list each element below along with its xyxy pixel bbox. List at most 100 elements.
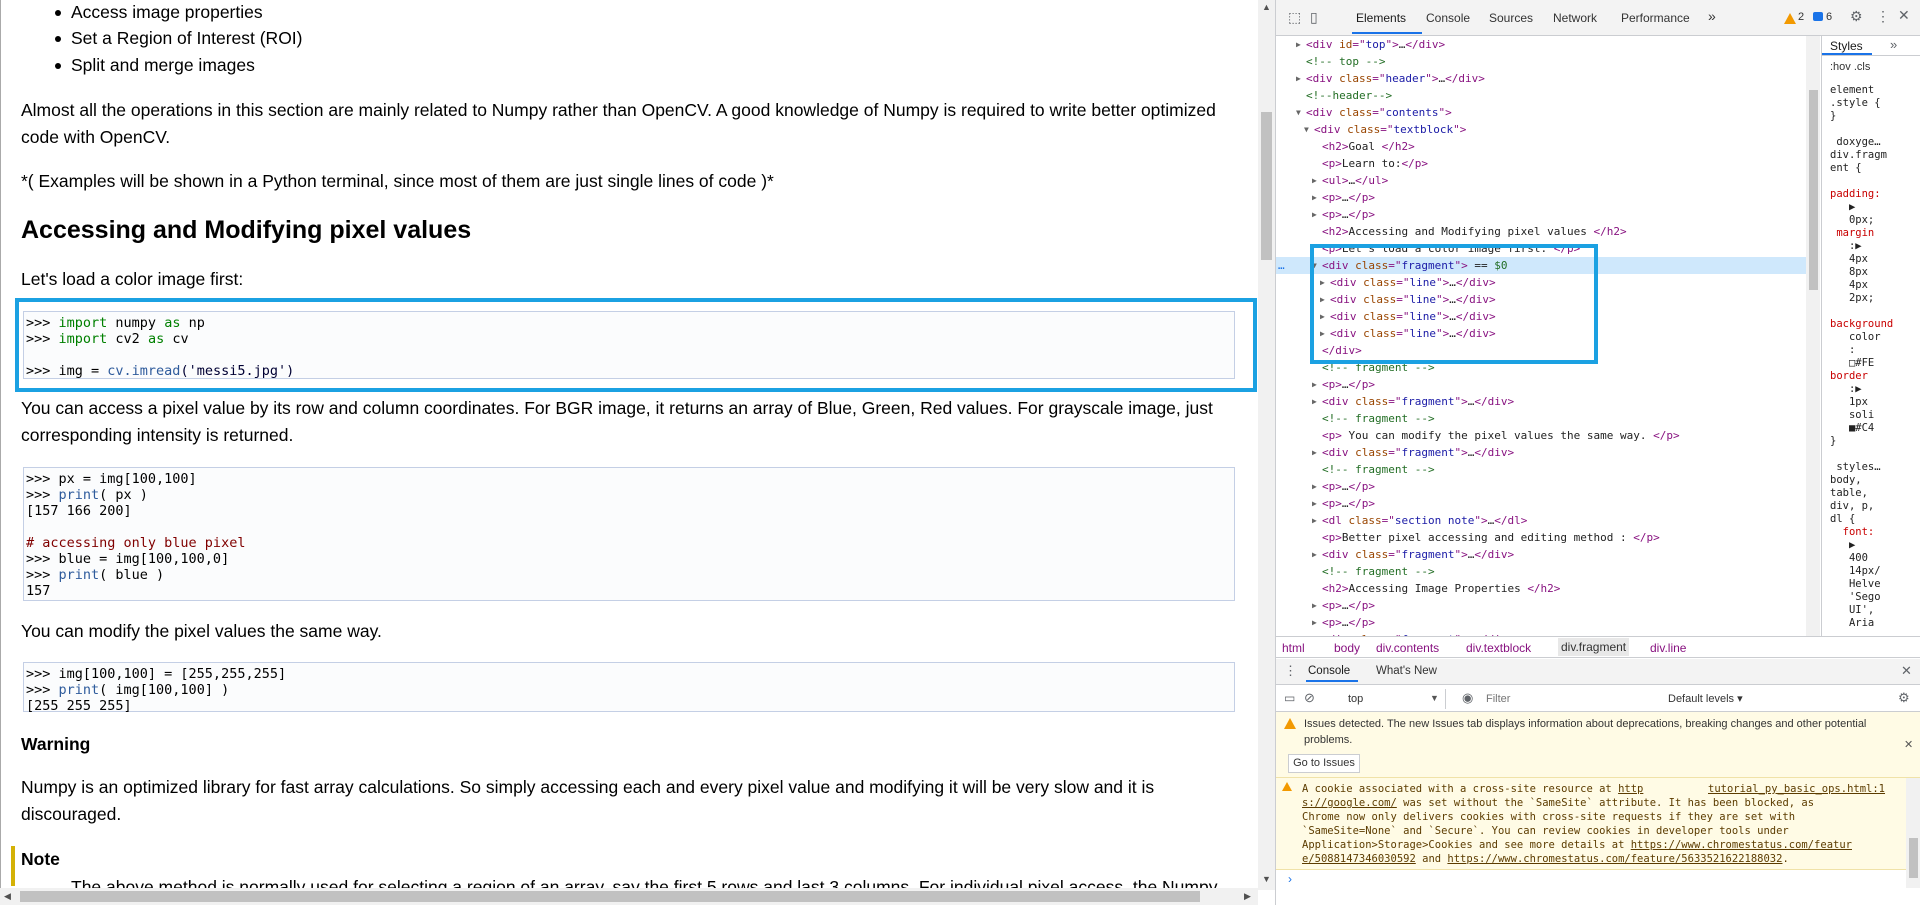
more-options-icon[interactable]: ⋮ bbox=[1876, 8, 1890, 25]
sidebar-toggle-icon[interactable]: ▭ bbox=[1284, 691, 1295, 705]
scroll-up-arrow-icon[interactable]: ▲ bbox=[1262, 2, 1271, 12]
dom-node-row[interactable]: ▶ <p>…</p> bbox=[1276, 495, 1806, 512]
clear-console-icon[interactable]: ⊘ bbox=[1304, 690, 1315, 706]
gear-icon[interactable]: ⚙ bbox=[1850, 8, 1863, 25]
page-scroll-thumb[interactable] bbox=[1261, 112, 1272, 260]
chromestatus-link[interactable]: https://www.chromestatus.com/featur bbox=[1631, 839, 1852, 851]
device-toolbar-icon[interactable]: ▯ bbox=[1310, 9, 1318, 26]
cookie-link[interactable]: s://google.com/ bbox=[1302, 797, 1397, 809]
source-link[interactable]: tutorial_py_basic_ops.html:1 bbox=[1708, 782, 1885, 796]
expand-arrow-icon[interactable]: ▶ bbox=[1296, 36, 1301, 53]
dom-node-row[interactable]: <!-- fragment --> bbox=[1276, 410, 1806, 427]
drawer-tab-console[interactable]: Console bbox=[1308, 665, 1350, 677]
expand-arrow-icon[interactable]: ▶ bbox=[1312, 512, 1317, 529]
breadcrumb-item[interactable]: body bbox=[1334, 641, 1360, 655]
expand-arrow-icon[interactable]: ▶ bbox=[1312, 597, 1317, 614]
tab-performance[interactable]: Performance bbox=[1621, 11, 1690, 25]
message-icon[interactable] bbox=[1813, 12, 1823, 21]
tab-styles[interactable]: Styles bbox=[1830, 39, 1863, 53]
dom-node-row[interactable]: ▼ <div class="contents"> bbox=[1276, 104, 1806, 121]
breadcrumb-item[interactable]: div.contents bbox=[1376, 641, 1439, 655]
page-hscroll-thumb[interactable] bbox=[20, 891, 1200, 902]
cookie-link[interactable]: http bbox=[1618, 783, 1643, 795]
chromestatus-link[interactable]: e/5088147346030592 bbox=[1302, 853, 1416, 865]
dom-node-row[interactable]: ▶ <p>…</p> bbox=[1276, 597, 1806, 614]
dom-node-row[interactable]: ▶ <p>…</p> bbox=[1276, 189, 1806, 206]
dom-node-row[interactable]: ▶ <p>…</p> bbox=[1276, 614, 1806, 631]
scroll-down-arrow-icon[interactable]: ▼ bbox=[1262, 874, 1271, 884]
scroll-right-arrow-icon[interactable]: ▶ bbox=[1244, 891, 1251, 902]
expand-arrow-icon[interactable]: ▶ bbox=[1312, 478, 1317, 495]
expand-arrow-icon[interactable]: ▶ bbox=[1312, 495, 1317, 512]
console-scroll-thumb[interactable] bbox=[1909, 838, 1918, 878]
style-rule-line: element bbox=[1830, 84, 1875, 96]
more-tabs-button[interactable]: » bbox=[1708, 8, 1716, 24]
drawer-tab-whats-new[interactable]: What's New bbox=[1376, 665, 1437, 677]
chromestatus-link[interactable]: https://www.chromestatus.com/feature/563… bbox=[1447, 853, 1782, 865]
close-icon[interactable]: ✕ bbox=[1898, 7, 1910, 24]
expand-arrow-icon[interactable]: ▶ bbox=[1312, 376, 1317, 393]
dom-node-row[interactable]: <!-- fragment --> bbox=[1276, 461, 1806, 478]
warning-count[interactable]: 2 bbox=[1798, 11, 1804, 23]
dom-node-row[interactable]: ▶ <div id="top">…</div> bbox=[1276, 36, 1806, 53]
drawer-menu-icon[interactable]: ⋮ bbox=[1284, 663, 1297, 679]
styles-filter[interactable]: :hov .cls bbox=[1830, 61, 1870, 73]
more-tabs-button[interactable]: » bbox=[1890, 37, 1897, 52]
dom-node-row[interactable]: <!-- top --> bbox=[1276, 53, 1806, 70]
expand-arrow-icon[interactable]: ▶ bbox=[1312, 614, 1317, 631]
dom-node-row[interactable]: ▶ <div class="fragment">…</div> bbox=[1276, 546, 1806, 563]
tab-network[interactable]: Network bbox=[1553, 11, 1597, 25]
dom-node-row[interactable]: ▶ <div class="header">…</div> bbox=[1276, 70, 1806, 87]
dom-node-row[interactable]: <p>Better pixel accessing and editing me… bbox=[1276, 529, 1806, 546]
collapse-arrow-icon[interactable]: ▼ bbox=[1304, 121, 1309, 138]
dom-node-row[interactable]: ▶ <p>…</p> bbox=[1276, 376, 1806, 393]
dom-node-row[interactable]: <!--header--> bbox=[1276, 87, 1806, 104]
more-actions-icon[interactable]: … bbox=[1278, 257, 1285, 274]
tab-console[interactable]: Console bbox=[1426, 11, 1470, 25]
dom-node-markup: <p>Better pixel accessing and editing me… bbox=[1322, 531, 1660, 544]
tab-elements[interactable]: Elements bbox=[1356, 11, 1406, 25]
console-prompt[interactable]: › bbox=[1288, 872, 1292, 886]
expand-arrow-icon[interactable]: ▶ bbox=[1312, 206, 1317, 223]
expand-arrow-icon[interactable]: ▶ bbox=[1312, 189, 1317, 206]
breadcrumb-item[interactable]: div.fragment bbox=[1558, 638, 1630, 656]
collapse-arrow-icon[interactable]: ▼ bbox=[1296, 104, 1301, 121]
scroll-left-arrow-icon[interactable]: ◀ bbox=[4, 891, 11, 902]
expand-arrow-icon[interactable]: ▶ bbox=[1312, 444, 1317, 461]
console-filter-input[interactable] bbox=[1482, 690, 1632, 708]
elements-scroll-thumb[interactable] bbox=[1809, 90, 1818, 290]
close-icon[interactable]: ✕ bbox=[1904, 738, 1913, 751]
expand-arrow-icon[interactable]: ▶ bbox=[1296, 70, 1301, 87]
breadcrumb-item[interactable]: html bbox=[1282, 641, 1305, 655]
dom-node-row[interactable]: ▶ <p>…</p> bbox=[1276, 478, 1806, 495]
dom-node-row[interactable]: ▶ <ul>…</ul> bbox=[1276, 172, 1806, 189]
context-selector[interactable]: top ▼ bbox=[1326, 689, 1446, 709]
expand-arrow-icon[interactable]: ▶ bbox=[1312, 393, 1317, 410]
dom-node-row[interactable]: ▶ <dl class="section note">…</dl> bbox=[1276, 512, 1806, 529]
inspect-element-icon[interactable]: ⬚ bbox=[1288, 9, 1301, 26]
go-to-issues-button[interactable]: Go to Issues bbox=[1288, 754, 1360, 773]
gear-icon[interactable]: ⚙ bbox=[1898, 690, 1910, 706]
dom-node-row[interactable]: ▶ <div class="fragment">…</div> bbox=[1276, 393, 1806, 410]
close-icon[interactable]: ✕ bbox=[1901, 663, 1912, 679]
message-count[interactable]: 6 bbox=[1826, 11, 1832, 23]
eye-icon[interactable]: ◉ bbox=[1462, 690, 1473, 706]
tab-sources[interactable]: Sources bbox=[1489, 11, 1533, 25]
expand-arrow-icon[interactable]: ▶ bbox=[1312, 546, 1317, 563]
warning-icon[interactable] bbox=[1784, 13, 1796, 24]
dom-node-row[interactable]: <p> You can modify the pixel values the … bbox=[1276, 427, 1806, 444]
dom-node-row[interactable]: <h2>Accessing and Modifying pixel values… bbox=[1276, 223, 1806, 240]
dom-node-row[interactable]: <h2>Goal </h2> bbox=[1276, 138, 1806, 155]
expand-arrow-icon[interactable]: ▶ bbox=[1312, 172, 1317, 189]
log-levels-dropdown[interactable]: Default levels ▾ bbox=[1668, 692, 1743, 705]
highlight-box bbox=[15, 298, 1257, 392]
dom-node-row[interactable]: ▶ <p>…</p> bbox=[1276, 206, 1806, 223]
dom-node-row[interactable]: <p>Learn to:</p> bbox=[1276, 155, 1806, 172]
warning-icon bbox=[1282, 782, 1292, 791]
breadcrumb-item[interactable]: div.textblock bbox=[1466, 641, 1531, 655]
breadcrumb-item[interactable]: div.line bbox=[1650, 641, 1686, 655]
dom-node-row[interactable]: <!-- fragment --> bbox=[1276, 563, 1806, 580]
dom-node-row[interactable]: <h2>Accessing Image Properties </h2> bbox=[1276, 580, 1806, 597]
dom-node-row[interactable]: ▼ <div class="textblock"> bbox=[1276, 121, 1806, 138]
dom-node-row[interactable]: ▶ <div class="fragment">…</div> bbox=[1276, 444, 1806, 461]
